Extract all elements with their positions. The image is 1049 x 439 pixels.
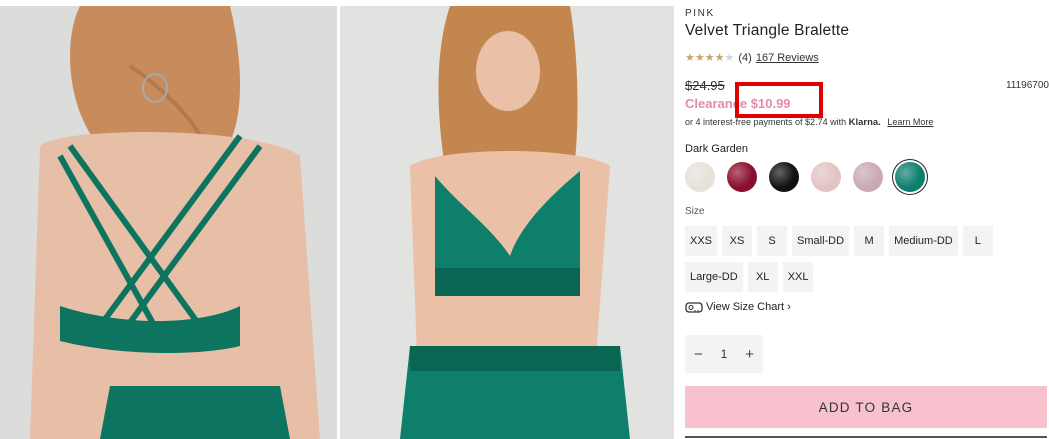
model-front-illustration xyxy=(340,6,674,439)
size-option-small-dd[interactable]: Small-DD xyxy=(792,226,850,256)
size-option-xs[interactable]: XS xyxy=(722,226,753,256)
star-rating[interactable]: ★ ★ ★ ★ ★ xyxy=(685,51,734,64)
size-chart-link[interactable]: View Size Chart › xyxy=(685,301,791,313)
star-icon: ★ xyxy=(714,52,725,64)
klarna-learn-more-link[interactable]: Learn More xyxy=(887,117,933,127)
highlight-annotation-box xyxy=(735,82,823,118)
color-swatch-black-velvet[interactable] xyxy=(769,162,799,192)
size-option-m[interactable]: M xyxy=(854,226,885,256)
size-option-xl[interactable]: XL xyxy=(747,262,778,292)
klarna-text: or 4 interest-free payments of $2.74 wit… xyxy=(685,117,847,127)
size-option-xxs[interactable]: XXS xyxy=(685,226,718,256)
quantity-decrease-button[interactable]: − xyxy=(694,346,703,363)
measuring-tape-icon xyxy=(685,301,703,313)
rating-row: ★ ★ ★ ★ ★ (4) 167 Reviews xyxy=(685,51,819,65)
product-title: Velvet Triangle Bralette xyxy=(685,22,850,39)
product-image-back[interactable] xyxy=(0,6,337,439)
product-image-front[interactable] xyxy=(340,6,674,439)
size-option-l[interactable]: L xyxy=(962,226,993,256)
color-swatch-burgundy-velvet[interactable] xyxy=(727,162,757,192)
add-to-bag-button[interactable]: ADD TO BAG xyxy=(685,386,1047,428)
size-chart-label: View Size Chart › xyxy=(706,301,791,313)
star-icon: ★ xyxy=(685,52,695,64)
product-details-panel: PINK Velvet Triangle Bralette ★ ★ ★ ★ ★ … xyxy=(685,0,1049,439)
color-swatch-blush-velvet[interactable] xyxy=(811,162,841,192)
size-option-medium-dd[interactable]: Medium-DD xyxy=(889,226,958,256)
rating-count: (4) xyxy=(738,51,752,64)
model-back-illustration xyxy=(0,6,337,439)
color-swatch-dark-garden-velvet[interactable] xyxy=(895,162,925,192)
size-label: Size xyxy=(685,206,705,217)
star-icon: ★ xyxy=(704,52,715,64)
reviews-link[interactable]: 167 Reviews xyxy=(756,52,819,64)
size-option-xxl[interactable]: XXL xyxy=(782,262,814,292)
quantity-value[interactable]: 1 xyxy=(721,347,728,361)
star-icon: ★ xyxy=(694,52,705,64)
color-swatch-mauve-velvet[interactable] xyxy=(853,162,883,192)
brand-label: PINK xyxy=(685,8,715,19)
size-option-large-dd[interactable]: Large-DD xyxy=(685,262,743,292)
star-empty-icon: ★ xyxy=(724,52,735,64)
color-swatches xyxy=(685,162,937,192)
quantity-increase-button[interactable]: + xyxy=(745,346,754,363)
product-sku: 11196700 xyxy=(1005,80,1049,91)
divider xyxy=(685,436,1047,438)
klarna-logo: Klarna. xyxy=(848,117,881,128)
original-price: $24.95 xyxy=(685,78,725,93)
klarna-financing: or 4 interest-free payments of $2.74 wit… xyxy=(685,117,933,128)
color-swatch-ivory-velvet[interactable] xyxy=(685,162,715,192)
size-option-s[interactable]: S xyxy=(757,226,788,256)
size-options: XXS XS S Small-DD M Medium-DD L Large-DD XL XXL xyxy=(685,226,1025,298)
quantity-stepper: − 1 + xyxy=(685,335,763,373)
selected-color-label: Dark Garden xyxy=(685,143,748,155)
